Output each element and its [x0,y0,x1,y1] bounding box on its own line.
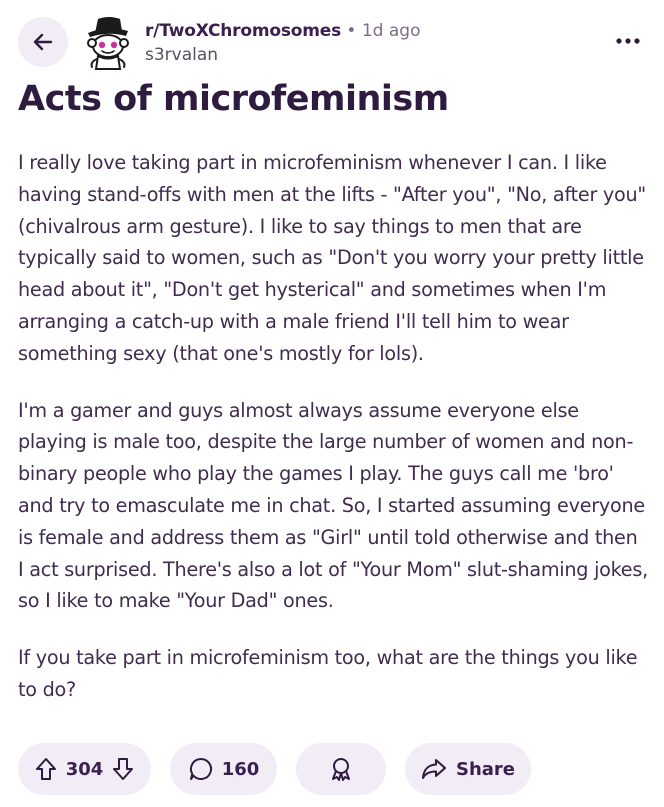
post-paragraph-3: If you take part in microfeminism too, w… [18,646,638,701]
post-actions-bar: 304 160 Share [18,743,531,795]
arrow-up-icon[interactable] [34,756,58,782]
share-arrow-icon [421,757,447,781]
subreddit-avatar[interactable] [82,15,134,71]
comments-button[interactable]: 160 [170,743,277,795]
meta-separator: • [346,21,357,41]
share-button[interactable]: Share [405,743,531,795]
back-button[interactable] [18,17,68,67]
share-label: Share [455,758,515,780]
vote-count: 304 [65,758,104,780]
comment-bubble-icon [188,756,214,782]
award-ribbon-icon [328,756,354,782]
post-timestamp: 1d ago [361,21,421,41]
post-header: r/TwoXChromosomes • 1d ago s3rvalan [18,15,648,71]
post-meta: r/TwoXChromosomes • 1d ago s3rvalan [145,20,420,66]
post-paragraph-1: I really love taking part in microfemini… [18,151,647,365]
comment-count: 160 [221,758,260,780]
post-author[interactable]: s3rvalan [145,44,420,66]
post-paragraph-2: I'm a gamer and guys almost always assum… [18,398,648,613]
subreddit-name[interactable]: r/TwoXChromosomes [145,21,341,41]
award-button[interactable] [296,743,386,795]
vote-control: 304 [18,743,151,795]
post-body: I really love taking part in microfemini… [18,147,648,731]
post-title: Acts of microfeminism [18,79,449,119]
more-horizontal-icon [614,31,642,51]
arrow-down-icon[interactable] [111,756,135,782]
arrow-left-icon [32,31,54,53]
more-options-button[interactable] [614,31,642,51]
